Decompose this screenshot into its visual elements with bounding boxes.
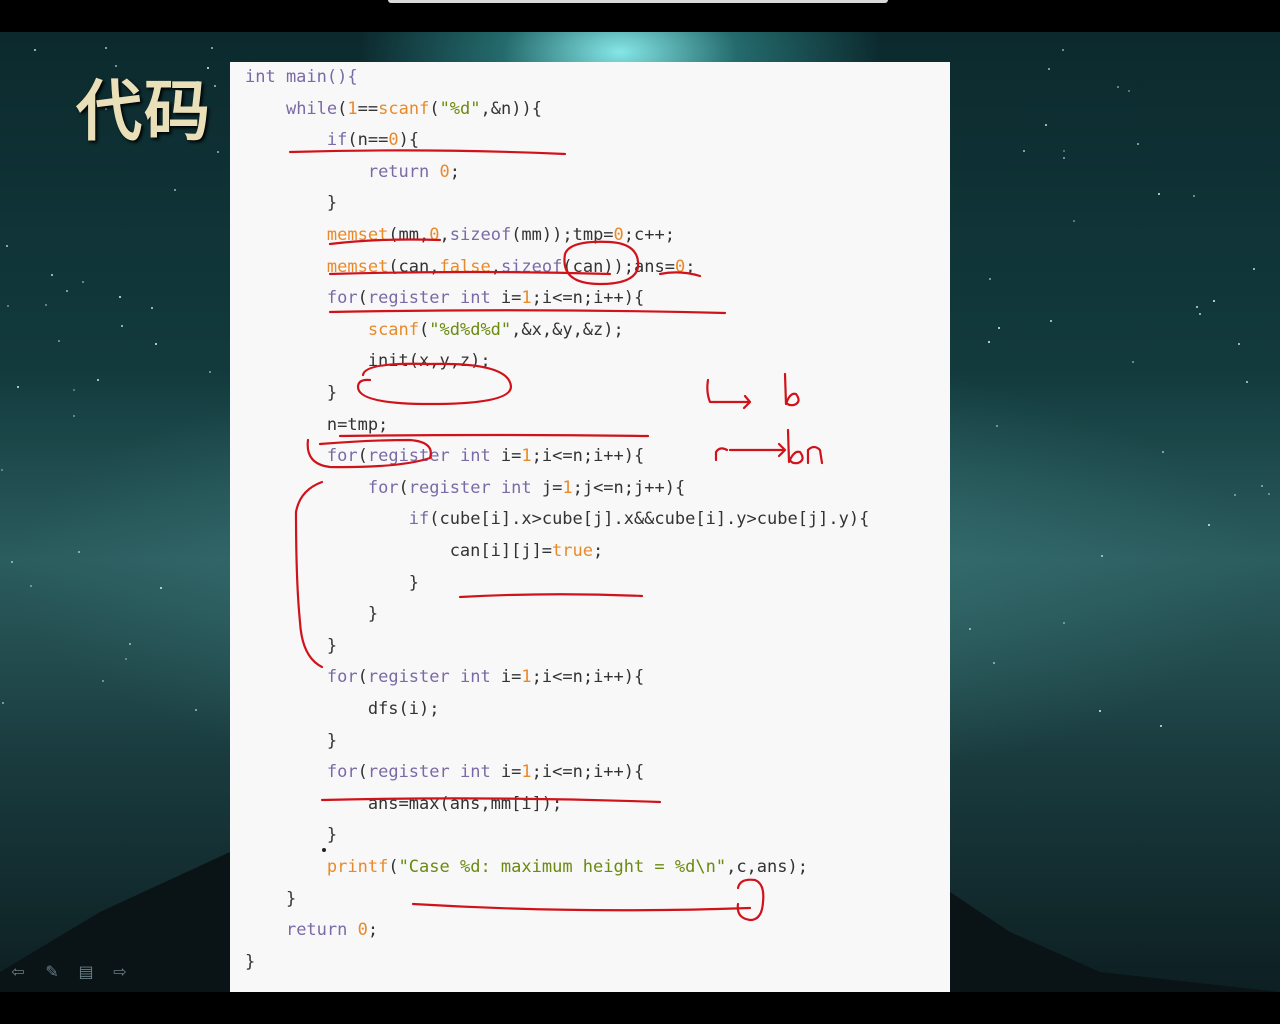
ink-circle-tmp bbox=[563, 240, 640, 286]
bottom-bar bbox=[0, 992, 1280, 1024]
slide: 代码 int main(){ while(1==scanf("%d",&n)){… bbox=[0, 32, 1280, 992]
ink-annotations bbox=[288, 149, 824, 922]
pen-icon[interactable]: ✎ bbox=[42, 962, 62, 982]
slide-title: 代码 bbox=[76, 72, 212, 150]
ink-underline-memset-top bbox=[328, 238, 442, 246]
ink-arrow-2 bbox=[714, 442, 787, 462]
mouse-cursor bbox=[322, 848, 326, 852]
ink-arrow-1 bbox=[706, 378, 752, 410]
ink-circle-c bbox=[736, 878, 765, 922]
code-panel: int main(){ while(1==scanf("%d",&n)){ if… bbox=[230, 62, 950, 992]
ink-line-after-loop bbox=[338, 433, 650, 438]
arrow-left-icon[interactable]: ⇦ bbox=[8, 962, 28, 982]
ink-brace-loop bbox=[294, 480, 324, 669]
ink-circle-init bbox=[356, 362, 513, 406]
ink-underline-while bbox=[288, 149, 567, 156]
ink-bn-letters bbox=[786, 428, 824, 465]
presentation-toolbar: ⇦ ✎ ▤ ⇨ bbox=[8, 962, 130, 982]
ink-underline-memset2 bbox=[328, 309, 727, 315]
ink-b-letter bbox=[783, 372, 800, 407]
ink-circle-ntmp bbox=[306, 438, 432, 469]
arrow-right-icon[interactable]: ⇨ bbox=[110, 962, 130, 982]
top-bar bbox=[0, 0, 1280, 32]
ink-underline-printf bbox=[411, 902, 752, 912]
ink-underline-can bbox=[458, 593, 644, 599]
window-strip bbox=[388, 0, 888, 3]
ink-strike-for bbox=[320, 797, 662, 804]
ink-underline-memset1 bbox=[328, 270, 702, 278]
menu-icon[interactable]: ▤ bbox=[76, 962, 96, 982]
